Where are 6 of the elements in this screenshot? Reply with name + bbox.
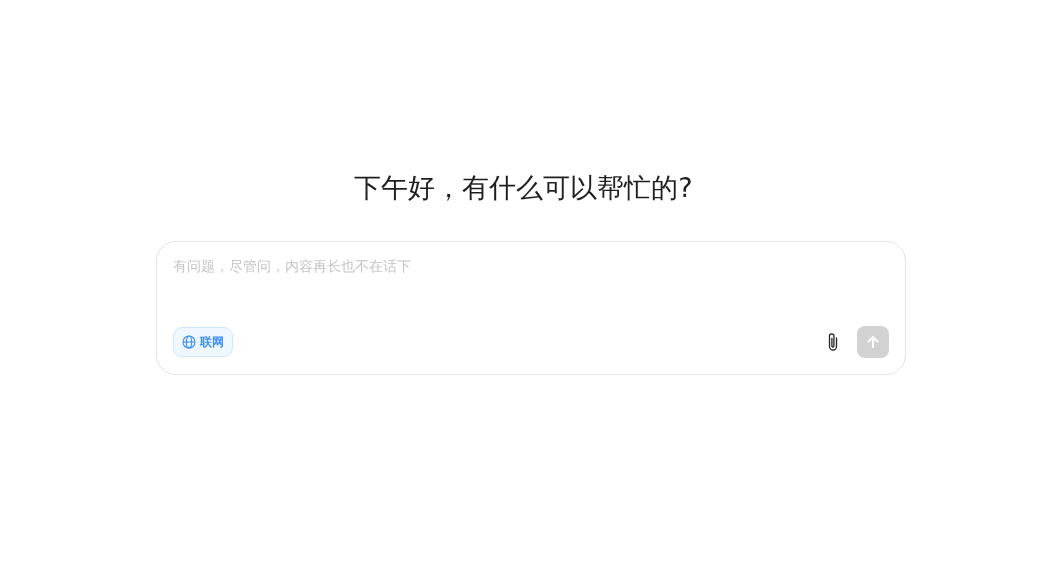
paperclip-icon[interactable] xyxy=(827,332,839,352)
message-input-field[interactable]: 有问题，尽管问，内容再长也不在话下 联网 xyxy=(156,241,906,375)
arrow-up-icon xyxy=(866,335,880,349)
web-search-toggle[interactable]: 联网 xyxy=(173,327,233,357)
globe-icon xyxy=(182,335,196,349)
greeting-heading: 下午好，有什么可以帮忙的? xyxy=(354,171,693,205)
